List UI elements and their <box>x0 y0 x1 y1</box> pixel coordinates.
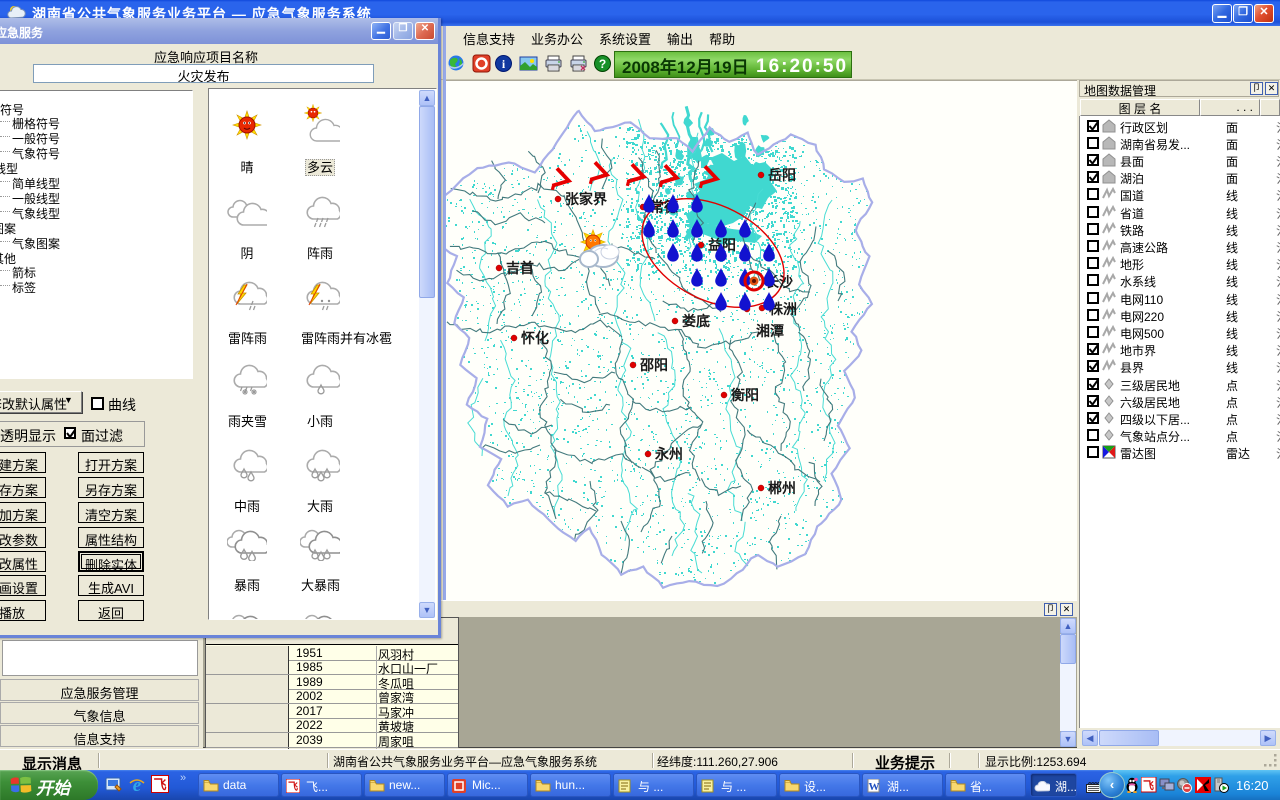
svg-text:飞: 飞 <box>153 777 166 792</box>
svg-text:岳阳: 岳阳 <box>768 167 796 183</box>
svg-text:?: ? <box>599 57 606 71</box>
svg-text:郴州: 郴州 <box>768 480 796 496</box>
svg-text:飞: 飞 <box>288 781 298 793</box>
svg-text:邵阳: 邵阳 <box>639 357 668 373</box>
svg-text:吉首: 吉首 <box>506 260 534 276</box>
svg-text:张家界: 张家界 <box>565 191 608 207</box>
svg-text:飞: 飞 <box>1143 779 1154 792</box>
svg-text:W: W <box>869 781 880 793</box>
svg-text:湘潭: 湘潭 <box>756 323 784 339</box>
svg-text:娄底: 娄底 <box>682 313 710 329</box>
svg-text:怀化: 怀化 <box>521 330 549 346</box>
svg-text:e: e <box>133 775 142 796</box>
svg-text:衡阳: 衡阳 <box>731 387 759 403</box>
svg-text:永州: 永州 <box>654 446 683 462</box>
